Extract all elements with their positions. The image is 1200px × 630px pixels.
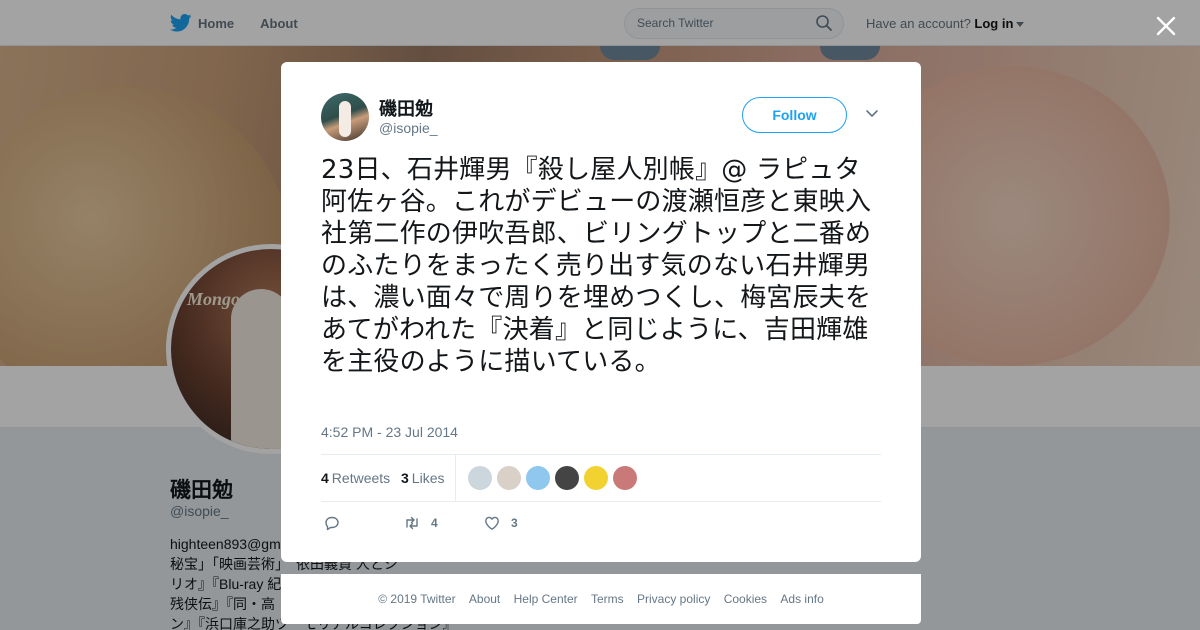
avatar-icon[interactable] <box>555 466 579 490</box>
tweet-actions: 4 3 <box>321 512 881 534</box>
likes-label: Likes <box>411 470 445 486</box>
retweet-button[interactable]: 4 <box>403 514 438 532</box>
retweet-icon <box>406 516 418 530</box>
footer-link-terms[interactable]: Terms <box>591 592 624 606</box>
likes-stat[interactable]: 3 Likes <box>401 470 444 486</box>
tweet-timestamp[interactable]: 4:52 PM - 23 Jul 2014 <box>321 424 458 440</box>
author-name[interactable]: 磯田勉 <box>379 95 433 121</box>
likes-count: 3 <box>401 470 409 486</box>
avatar-icon[interactable] <box>526 466 550 490</box>
like-button[interactable]: 3 <box>483 514 518 532</box>
like-action-count: 3 <box>511 516 518 530</box>
stats-divider <box>455 455 456 502</box>
retweet-action-count: 4 <box>431 516 438 530</box>
author-handle[interactable]: @isopie_ <box>379 120 438 136</box>
footer-link-ads-info[interactable]: Ads info <box>780 592 823 606</box>
reply-icon <box>325 516 339 531</box>
author-avatar[interactable] <box>321 93 369 141</box>
reply-button[interactable] <box>323 514 341 532</box>
footer-link-privacy[interactable]: Privacy policy <box>637 592 710 606</box>
tweet-modal: 磯田勉 @isopie_ Follow 23日、石井輝男『殺し屋人別帳』@ ラピ… <box>281 62 921 562</box>
modal-footer: © 2019 Twitter About Help Center Terms P… <box>281 574 921 624</box>
footer-copyright: © 2019 Twitter <box>378 592 456 606</box>
heart-icon <box>485 516 499 530</box>
footer-link-about[interactable]: About <box>469 592 500 606</box>
avatar-icon[interactable] <box>584 466 608 490</box>
chevron-down-icon[interactable] <box>865 109 879 119</box>
default-avatar-icon[interactable] <box>468 466 492 490</box>
avatar-icon[interactable] <box>497 466 521 490</box>
footer-link-help-center[interactable]: Help Center <box>514 592 578 606</box>
avatar-icon[interactable] <box>613 466 637 490</box>
footer-link-cookies[interactable]: Cookies <box>724 592 767 606</box>
follow-button[interactable]: Follow <box>742 97 847 133</box>
retweets-stat[interactable]: 4 Retweets <box>321 470 390 486</box>
close-icon[interactable] <box>1152 12 1180 40</box>
retweets-count: 4 <box>321 470 329 486</box>
avatar-figure-shape <box>339 101 351 137</box>
tweet-stats: 4 Retweets 3 Likes <box>321 454 881 502</box>
retweets-label: Retweets <box>331 470 391 486</box>
tweet-text: 23日、石井輝男『殺し屋人別帳』@ ラピュタ阿佐ヶ谷。これがデビューの渡瀬恒彦と… <box>321 155 872 377</box>
